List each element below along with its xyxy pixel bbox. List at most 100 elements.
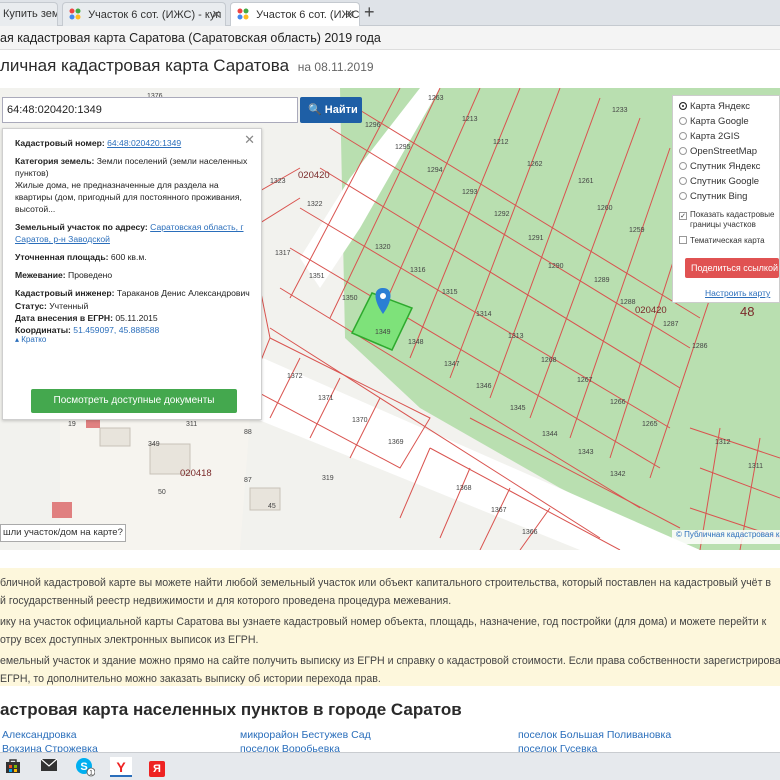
layer-option[interactable]: Карта Яндекс bbox=[679, 101, 779, 116]
layer-option-label: Карта Яндекс bbox=[690, 101, 751, 112]
tab-label: Участок 6 сот. (ИЖС) - куп bbox=[88, 9, 222, 21]
parcel-number-label: 1288 bbox=[620, 299, 636, 306]
thematic-option[interactable]: Тематическая карта bbox=[679, 236, 779, 251]
layer-option-label: Карта Google bbox=[690, 116, 749, 127]
tab-close-icon[interactable]: ✕ bbox=[212, 8, 221, 21]
radio-selected-icon[interactable] bbox=[679, 102, 687, 110]
settlement-link[interactable]: поселок Большая Поливановка bbox=[518, 729, 671, 741]
parcel-number-label: 1287 bbox=[663, 321, 679, 328]
store-icon[interactable] bbox=[2, 757, 24, 777]
parcel-number-label: 1343 bbox=[578, 449, 594, 456]
show-boundaries-option[interactable]: ✓ Показать кадастровые границы участков bbox=[679, 210, 779, 236]
info-value: Проведено bbox=[68, 270, 113, 280]
map-attribution[interactable]: © Публичная кадастровая ка bbox=[672, 530, 780, 544]
layer-option-label: Спутник Google bbox=[690, 176, 760, 187]
parcel-number-label: 1265 bbox=[642, 421, 658, 428]
radio-icon[interactable] bbox=[679, 192, 687, 200]
search-button[interactable]: 🔍 Найти bbox=[300, 97, 362, 123]
info-label: Кадастровый номер: bbox=[15, 138, 105, 148]
info-address-row: Земельный участок по адресу: Саратовская… bbox=[15, 221, 251, 245]
layer-option[interactable]: Карта Google bbox=[679, 116, 779, 131]
yandex-icon[interactable]: Я bbox=[146, 757, 168, 777]
radio-icon[interactable] bbox=[679, 117, 687, 125]
parcel-number-label: 319 bbox=[322, 475, 334, 482]
info-area-row: Уточненная площадь: 600 кв.м. bbox=[15, 251, 251, 263]
checkbox-icon[interactable] bbox=[679, 236, 687, 244]
radio-icon[interactable] bbox=[679, 132, 687, 140]
browser-tab-bar: Купить земел Участок 6 сот. (ИЖС) - куп … bbox=[0, 0, 780, 26]
description-line: ЕГРН, то дополнительно можно заказать вы… bbox=[0, 673, 381, 685]
info-value: Тараканов Денис Александрович bbox=[116, 288, 250, 298]
yandex-browser-icon[interactable]: Y bbox=[110, 757, 132, 777]
info-label: Земельный участок по адресу: bbox=[15, 222, 148, 232]
radio-icon[interactable] bbox=[679, 162, 687, 170]
info-survey-row: Межевание: Проведено bbox=[15, 269, 251, 281]
mail-icon[interactable] bbox=[38, 757, 60, 777]
report-lost-parcel-button[interactable]: шли участок/дом на карте? bbox=[0, 524, 126, 542]
parcel-number-label: 1315 bbox=[442, 289, 458, 296]
parcel-number-label: 19 bbox=[68, 421, 76, 428]
info-usage: Жилые дома, не предназначенные для разде… bbox=[15, 180, 242, 214]
layer-option-label: OpenStreetMap bbox=[690, 146, 758, 157]
search-button-label: Найти bbox=[324, 104, 358, 116]
settlement-link[interactable]: Александровка bbox=[2, 729, 77, 741]
new-tab-button[interactable]: + bbox=[364, 2, 375, 23]
browser-tab-active[interactable]: Участок 6 сот. (ИЖС) - куп ✕ bbox=[230, 2, 360, 26]
layer-option[interactable]: Спутник Google bbox=[679, 176, 779, 191]
svg-text:S: S bbox=[80, 761, 87, 773]
tab-close-icon[interactable]: ✕ bbox=[346, 8, 355, 21]
cadastral-number-link[interactable]: 64:48:020420:1349 bbox=[107, 138, 181, 148]
parcel-number-label: 1212 bbox=[493, 139, 509, 146]
parcel-number-label: 1369 bbox=[388, 439, 404, 446]
share-link-button[interactable]: Поделиться ссылкой bbox=[685, 258, 779, 278]
view-documents-button[interactable]: Посмотреть доступные документы bbox=[31, 389, 237, 413]
parcel-number-label: 1292 bbox=[494, 211, 510, 218]
info-date-row: Дата внесения в ЕГРН: 05.11.2015 bbox=[15, 312, 251, 324]
browser-tab[interactable]: Купить земел bbox=[0, 2, 58, 26]
search-input[interactable]: 64:48:020420:1349 bbox=[2, 97, 298, 123]
info-label: Статус: bbox=[15, 301, 47, 311]
quarter-label: 020420 bbox=[298, 170, 330, 181]
page-date: на 08.11.2019 bbox=[297, 60, 374, 74]
parcel-number-label: 1322 bbox=[307, 201, 323, 208]
chevron-up-icon: ▴ bbox=[15, 335, 20, 344]
taskbar: S1 Y Я bbox=[0, 752, 780, 780]
browser-tab[interactable]: Участок 6 сот. (ИЖС) - куп ✕ bbox=[62, 2, 226, 26]
parcel-number-label: 1367 bbox=[491, 507, 507, 514]
skype-icon[interactable]: S1 bbox=[74, 757, 96, 777]
close-icon[interactable]: ✕ bbox=[244, 133, 255, 146]
description-line: ику на участок официальной карты Саратов… bbox=[0, 616, 767, 628]
search-icon: 🔍 bbox=[308, 104, 322, 116]
quarter-label: 020418 bbox=[180, 468, 212, 479]
parcel-number-label: 1342 bbox=[610, 471, 626, 478]
tab-favicon-icon bbox=[237, 8, 249, 20]
configure-map-link[interactable]: Настроить карту bbox=[705, 288, 770, 298]
parcel-info-panel: ✕ Кадастровый номер: 64:48:020420:1349 К… bbox=[2, 128, 262, 420]
parcel-number-label: 1296 bbox=[365, 122, 381, 129]
radio-icon[interactable] bbox=[679, 147, 687, 155]
layer-option[interactable]: OpenStreetMap bbox=[679, 146, 779, 161]
layer-option[interactable]: Карта 2GIS bbox=[679, 131, 779, 146]
show-boundaries-label: Показать кадастровые границы участков bbox=[690, 210, 775, 229]
parcel-number-label: 1262 bbox=[527, 161, 543, 168]
parcel-number-label: 1295 bbox=[395, 144, 411, 151]
description-block: бличной кадастровой карте вы можете найт… bbox=[0, 568, 780, 686]
window-title: ая кадастровая карта Саратова (Саратовск… bbox=[0, 26, 780, 50]
layer-option-label: Спутник Яндекс bbox=[690, 161, 761, 172]
description-line: емельный участок и здание можно прямо на… bbox=[0, 655, 780, 667]
description-line: отру всех доступных электронных выписок … bbox=[0, 634, 259, 646]
layer-option[interactable]: Спутник Bing bbox=[679, 191, 779, 206]
parcel-number-label: 349 bbox=[148, 441, 160, 448]
radio-icon[interactable] bbox=[679, 177, 687, 185]
info-status-row: Статус: Учтенный bbox=[15, 300, 251, 312]
tab-favicon-icon bbox=[69, 8, 81, 20]
parcel-number-label: 1313 bbox=[508, 333, 524, 340]
info-label: Межевание: bbox=[15, 270, 66, 280]
parcel-number-label: 1263 bbox=[428, 95, 444, 102]
settlement-link[interactable]: микрорайон Бестужев Сад bbox=[240, 729, 371, 741]
checkbox-checked-icon[interactable]: ✓ bbox=[679, 212, 687, 220]
layer-option[interactable]: Спутник Яндекс bbox=[679, 161, 779, 176]
map-layers-panel: Карта Яндекс Карта Google Карта 2GIS OpenSt… bbox=[672, 95, 780, 303]
layer-option-label: Карта 2GIS bbox=[690, 131, 740, 142]
parcel-number-label: 1368 bbox=[456, 485, 472, 492]
